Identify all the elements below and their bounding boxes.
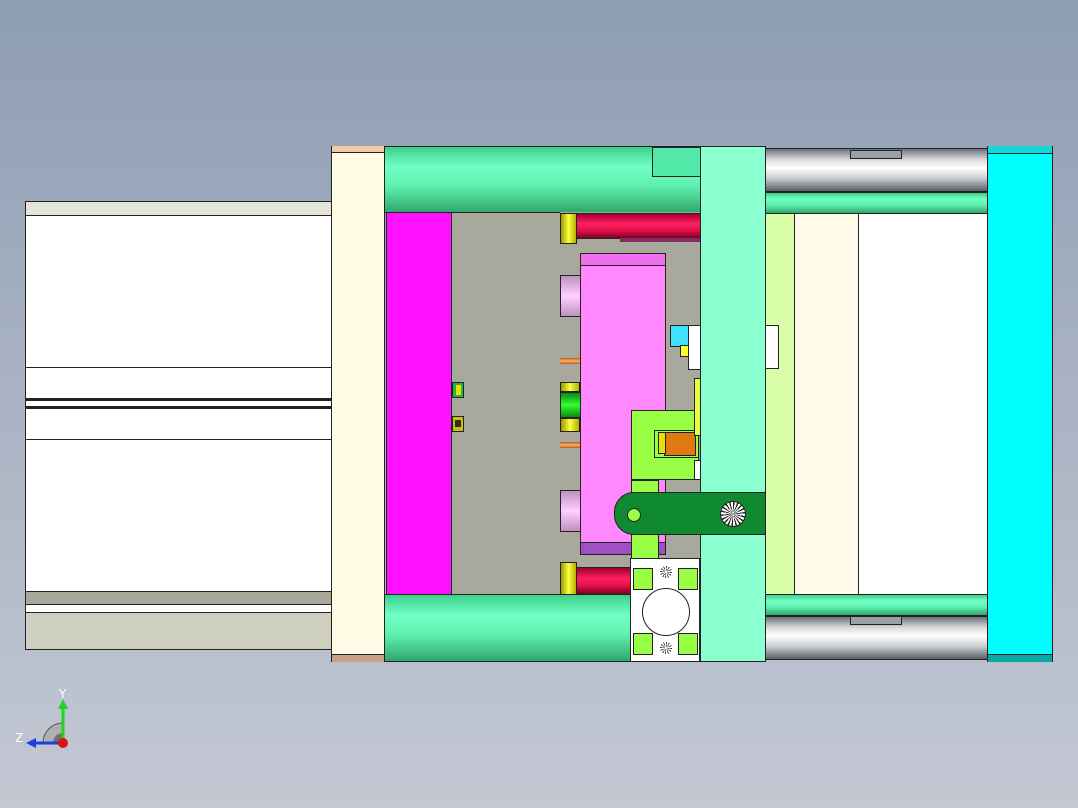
sprue-line-4: [26, 439, 332, 440]
housing-screw-top-icon: [660, 566, 672, 578]
sprue-line-2: [26, 398, 332, 401]
orientation-triad[interactable]: Y Z: [10, 685, 80, 755]
housing-pad-tr: [678, 568, 698, 590]
link-bar-screw-icon: [720, 501, 746, 527]
moving-clamp-cap-bottom: [988, 654, 1052, 662]
core-plate[interactable]: [451, 212, 561, 595]
guide-bush-top: [652, 147, 702, 177]
return-pin-bottom[interactable]: [576, 567, 636, 595]
return-pin-top[interactable]: [576, 213, 702, 239]
sprue-housing-top-band: [26, 202, 332, 216]
link-bar-hole: [627, 508, 641, 522]
sprue-line-1: [26, 367, 332, 368]
thin-pin-1: [560, 358, 582, 364]
cad-viewport[interactable]: [0, 0, 1078, 808]
tie-rod-top-clip: [850, 150, 902, 159]
mold-plate[interactable]: [700, 146, 766, 662]
support-plate[interactable]: [794, 213, 859, 595]
collar-mid-2: [560, 418, 580, 432]
fixed-clamp-plate[interactable]: [331, 146, 385, 662]
ejector-retainer-top: [581, 254, 665, 266]
collar-mid-1: [560, 382, 580, 392]
tie-rod-bottom-clip: [850, 616, 902, 625]
housing-screw-bottom-icon: [660, 642, 672, 654]
housing-pad-br: [678, 633, 698, 655]
moving-clamp-plate[interactable]: [987, 146, 1053, 662]
sprue-bottom-band: [26, 612, 332, 649]
triad-y-label: Y: [59, 687, 67, 701]
sprue-puller: [560, 392, 582, 418]
core-insert-1-mark: [456, 385, 461, 395]
fixed-clamp-cap-bottom: [332, 654, 384, 662]
housing-pad-bl: [633, 633, 653, 655]
fixed-clamp-cap-top: [332, 146, 384, 153]
housing-bore: [642, 588, 690, 636]
cavity-plate[interactable]: [386, 212, 453, 595]
collar-bottom: [560, 562, 577, 595]
sprue-bottom-band-dark: [26, 591, 332, 605]
lifter-orange-insert: [664, 432, 696, 456]
ejector-pin-1: [560, 275, 582, 317]
collar-top: [560, 213, 577, 244]
guide-pillar-bottom-right: [765, 594, 988, 616]
ejector-pin-2: [560, 490, 582, 532]
moving-plate[interactable]: [765, 213, 795, 595]
core-insert-2-mark: [455, 420, 461, 427]
moving-clamp-cap-top: [988, 146, 1052, 154]
triad-z-label: Z: [15, 731, 24, 745]
return-pin-top-shadow: [620, 238, 702, 242]
sprue-housing-block[interactable]: [25, 201, 333, 650]
guide-pillar-top-right: [765, 192, 988, 214]
sprue-line-3: [26, 406, 332, 409]
moving-plate-tab: [765, 325, 779, 369]
spacer-block[interactable]: [858, 213, 988, 595]
housing-pad-tl: [633, 568, 653, 590]
lifter-yellow-tab: [658, 432, 666, 454]
thin-pin-2: [560, 442, 582, 448]
